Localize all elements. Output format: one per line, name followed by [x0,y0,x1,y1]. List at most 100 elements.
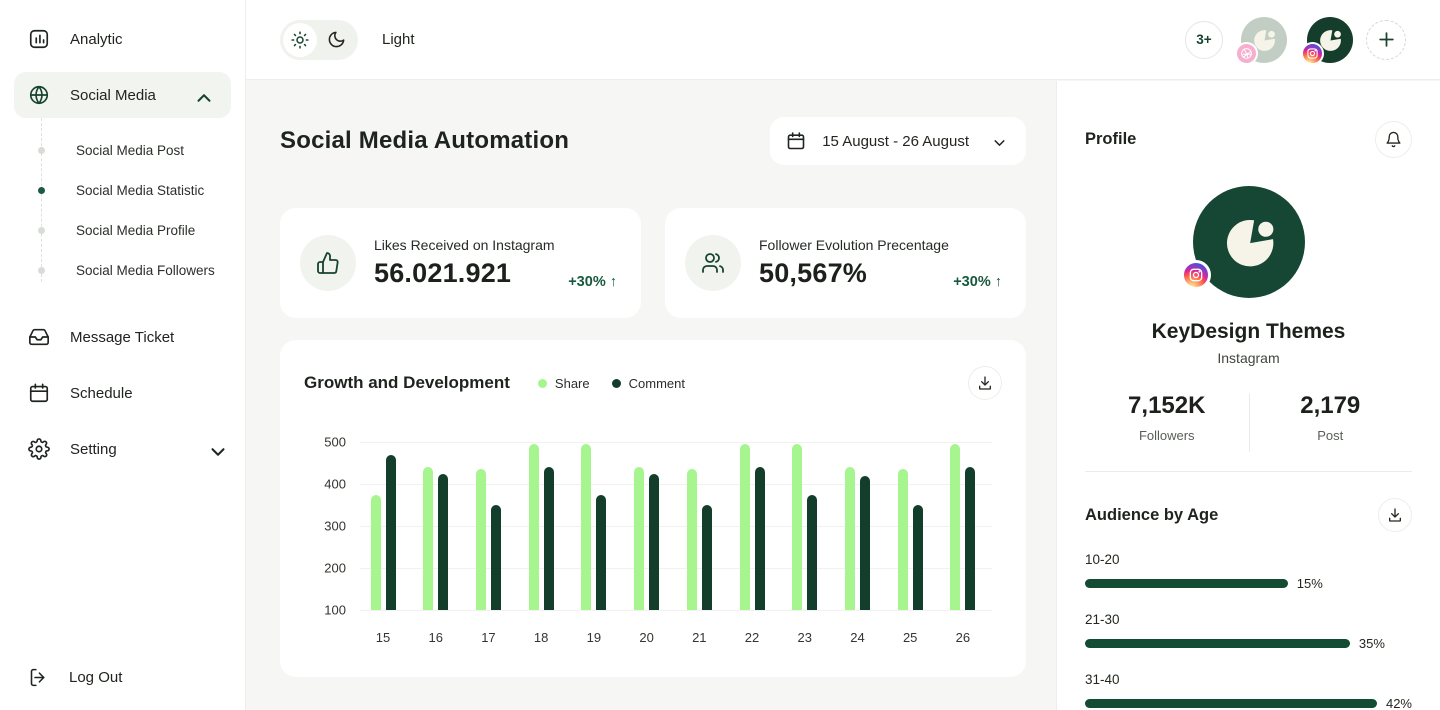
audience-percent: 35% [1359,636,1385,651]
x-axis-tick: 25 [889,630,931,645]
growth-chart-card: Growth and Development ShareComment 5004… [280,340,1026,677]
stat-value: 50,567% [759,258,949,289]
profile-avatar[interactable] [1193,186,1305,298]
comment-bar [965,467,975,610]
share-bar [950,444,960,610]
comment-bar [807,495,817,611]
x-axis-tick: 23 [784,630,826,645]
audience-download-button[interactable] [1378,498,1412,532]
notifications-button[interactable] [1375,121,1412,158]
moon-icon[interactable] [317,30,355,49]
share-bar [634,467,644,610]
subnav-item-label: Social Media Profile [76,223,195,238]
share-bar [792,444,802,610]
posts-count: 2,179 [1249,392,1413,420]
comment-bar [438,474,448,611]
y-axis-tick: 500 [308,435,346,450]
sidebar-item-message-ticket[interactable]: Message Ticket [0,314,245,360]
users-icon [685,235,741,291]
profile-stats: 7,152K Followers 2,179 Post [1085,392,1412,443]
sidebar-item-label: Log Out [69,669,122,686]
calendar-icon [786,131,806,151]
sidebar-item-label: Analytic [70,31,123,48]
profile-title: Profile [1085,130,1136,149]
bell-icon [1385,131,1402,148]
divider [1249,394,1250,452]
globe-icon [28,84,50,106]
divider [1085,471,1412,472]
comment-bar [755,467,765,610]
sidebar-item-logout[interactable]: Log Out [28,667,122,688]
chart-download-button[interactable] [968,366,1002,400]
sidebar-item-label: Social Media [70,87,156,104]
sidebar-item-social-media-profile[interactable]: Social Media Profile [0,210,245,250]
audience-row: 10-2015% [1085,552,1412,591]
main-header: Social Media Automation 15 August - 26 A… [280,117,1026,165]
audience-percent: 15% [1297,576,1323,591]
plus-icon [1377,30,1396,49]
share-bar [581,444,591,610]
sidebar-item-label: Message Ticket [70,329,174,346]
audience-age-label: 21-30 [1085,612,1412,627]
profile-panel: Profile KeyDesign Themes Instagram 7,152… [1056,81,1440,710]
sidebar: Analytic Social Media Social Media Post [0,0,246,710]
bar-group: 17 [475,442,501,610]
legend-label: Comment [629,376,685,391]
comment-bar [649,474,659,611]
analytics-icon [28,28,50,50]
x-axis-tick: 26 [942,630,984,645]
audience-title: Audience by Age [1085,506,1218,525]
stat-delta: +30% ↑ [953,274,1002,290]
gear-icon [28,438,50,460]
bar-chart: 500400300200100 151617181920212223242526 [360,442,992,610]
dribbble-icon [1235,42,1258,65]
sidebar-item-social-media-post[interactable]: Social Media Post [0,130,245,170]
sun-icon[interactable] [283,23,317,57]
legend-item: Comment [612,376,685,391]
chevron-up-icon [193,87,209,103]
share-bar [687,469,697,610]
x-axis-tick: 16 [415,630,457,645]
bar-group: 20 [634,442,660,610]
sidebar-item-label: Schedule [70,385,133,402]
legend-dot-icon [538,379,547,388]
sidebar-item-setting[interactable]: Setting [0,426,245,472]
sidebar-item-social-media-followers[interactable]: Social Media Followers [0,250,245,290]
account-avatar-instagram[interactable] [1307,17,1353,63]
bullet-dot-icon [38,267,45,274]
stat-label: Likes Received on Instagram [374,237,555,253]
audience-rows: 10-2015%21-3035%31-4042% [1085,552,1412,710]
stat-label: Follower Evolution Precentage [759,237,949,253]
legend-label: Share [555,376,590,391]
bar-group: 21 [686,442,712,610]
download-icon [977,375,993,391]
sidebar-item-social-media[interactable]: Social Media [14,72,231,118]
x-axis-tick: 18 [520,630,562,645]
share-bar [740,444,750,610]
sidebar-nav: Analytic Social Media Social Media Post [0,0,245,472]
bar-group: 19 [581,442,607,610]
thumbs-up-icon [300,235,356,291]
comment-bar [913,505,923,610]
sidebar-item-social-media-statistic[interactable]: Social Media Statistic [0,170,245,210]
gridline [360,610,992,611]
more-accounts-badge[interactable]: 3+ [1185,21,1223,59]
comment-bar [596,495,606,611]
account-avatar-dribbble[interactable] [1241,17,1287,63]
x-axis-tick: 21 [678,630,720,645]
topbar: Light 3+ [246,0,1440,80]
y-axis-tick: 300 [308,519,346,534]
bullet-dot-icon [38,187,45,194]
subnav-item-label: Social Media Followers [76,263,215,278]
y-axis-tick: 400 [308,477,346,492]
add-account-button[interactable] [1366,20,1406,60]
sidebar-item-schedule[interactable]: Schedule [0,370,245,416]
sidebar-item-analytic[interactable]: Analytic [0,16,245,62]
audience-row: 21-30 35% [1085,612,1412,651]
x-axis-tick: 15 [362,630,404,645]
theme-toggle[interactable] [280,20,358,60]
date-range-picker[interactable]: 15 August - 26 August [770,117,1026,165]
comment-bar [491,505,501,610]
bar-group: 22 [739,442,765,610]
comment-bar [860,476,870,610]
